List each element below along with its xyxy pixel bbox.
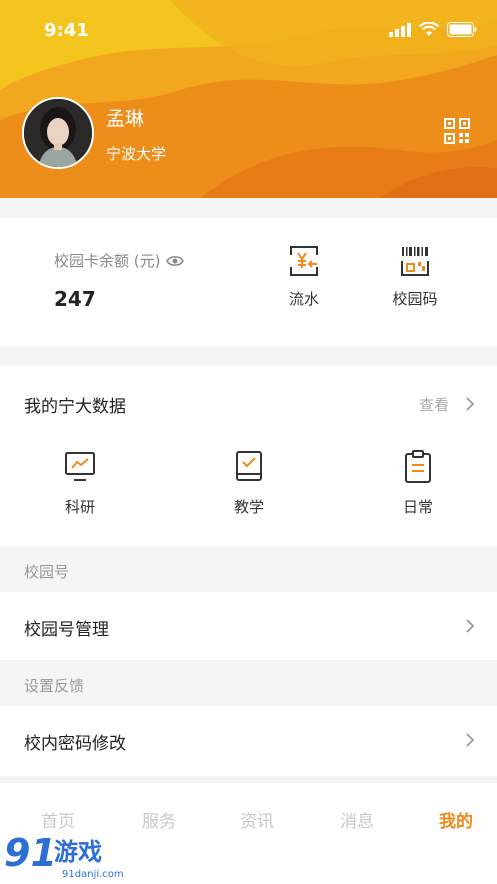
daily-item[interactable]: 日常 [378, 450, 458, 517]
daily-label: 日常 [402, 498, 433, 516]
research-label: 科研 [64, 498, 95, 516]
qr-code-icon[interactable] [444, 118, 470, 144]
book-check-icon [236, 451, 262, 481]
svg-text:91danji.com: 91danji.com [62, 869, 124, 880]
campus-section-label: 校园号 [24, 563, 70, 581]
balance-label: 校园卡余额 (元) [54, 252, 161, 270]
user-school: 宁波大学 [106, 145, 167, 163]
tab-news[interactable]: 资讯 [240, 807, 274, 832]
eye-icon[interactable] [166, 254, 185, 268]
balance-label-row: 校园卡余额 (元) [54, 250, 185, 271]
status-icons [389, 22, 477, 37]
profile-header: 9:41 孟琳 宁波大学 [0, 0, 497, 198]
research-item[interactable]: 科研 [40, 450, 120, 517]
transactions-label: 流水 [288, 290, 319, 308]
barcode-icon [401, 247, 429, 276]
transactions-button[interactable]: 流水 [264, 244, 344, 309]
status-time: 9:41 [44, 20, 89, 41]
avatar-portrait [24, 99, 92, 167]
teaching-label: 教学 [233, 498, 264, 516]
svg-text:游戏: 游戏 [54, 838, 102, 866]
chevron-right-icon[interactable] [465, 618, 475, 634]
data-section-title: 我的宁大数据 [24, 397, 126, 417]
wifi-icon [419, 22, 439, 36]
teaching-item[interactable]: 教学 [209, 450, 289, 517]
watermark-logo: 91 游戏 91danji.com [3, 830, 124, 880]
chart-monitor-icon [65, 452, 95, 481]
chevron-right-icon[interactable] [465, 396, 475, 412]
tab-services[interactable]: 服务 [142, 807, 176, 832]
campus-code-button[interactable]: 校园码 [375, 244, 455, 309]
tab-mine[interactable]: 我的 [439, 807, 473, 832]
signal-icon [389, 22, 411, 37]
avatar[interactable] [22, 97, 94, 169]
balance-value: 247 [54, 287, 96, 311]
battery-icon [447, 22, 477, 37]
clipboard-icon [405, 450, 431, 483]
campus-code-label: 校园码 [392, 290, 438, 308]
chevron-right-icon[interactable] [465, 732, 475, 748]
tab-messages[interactable]: 消息 [340, 807, 374, 832]
password-change-label: 校内密码修改 [24, 734, 126, 754]
user-name: 孟琳 [106, 108, 145, 130]
status-bar: 9:41 [0, 0, 497, 60]
yen-transfer-icon [290, 246, 318, 276]
view-more-link[interactable]: 查看 [419, 394, 449, 415]
settings-section-label: 设置反馈 [24, 677, 85, 695]
campus-manage-label: 校园号管理 [24, 620, 109, 640]
svg-text:91: 91 [4, 831, 57, 875]
